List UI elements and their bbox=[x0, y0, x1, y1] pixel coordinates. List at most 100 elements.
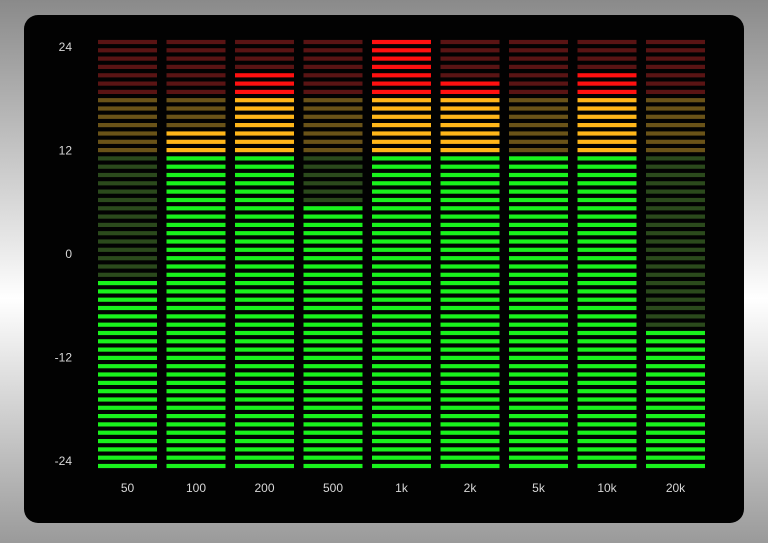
bar-segment-200-lit bbox=[235, 422, 294, 427]
bar-segment-50-unlit bbox=[98, 114, 157, 119]
bar-segment-500-unlit bbox=[303, 131, 363, 136]
bar-segment-100-lit bbox=[166, 430, 226, 435]
bar-segment-1k-lit bbox=[372, 339, 431, 344]
bar-segment-50-lit bbox=[98, 422, 157, 427]
bar-segment-2k-lit bbox=[440, 347, 500, 352]
bar-segment-200-lit bbox=[235, 305, 294, 311]
bar-segment-10k-lit bbox=[577, 281, 637, 286]
bar-segment-1k-lit bbox=[372, 455, 431, 460]
bar-segment-500-lit bbox=[303, 222, 363, 227]
y-tick-label: 12 bbox=[59, 144, 73, 158]
bar-segment-20k-unlit bbox=[646, 181, 705, 186]
bar-segment-10k-lit bbox=[577, 264, 637, 269]
bar-segment-5k-lit bbox=[509, 355, 568, 360]
bar-segment-2k-lit bbox=[440, 339, 500, 344]
bar-segment-50-unlit bbox=[98, 106, 157, 111]
bar-segment-5k-unlit bbox=[509, 73, 568, 78]
bar-segment-10k-lit bbox=[577, 123, 637, 128]
bar-segment-10k-lit bbox=[577, 222, 637, 227]
bar-segment-50-unlit bbox=[98, 139, 157, 144]
bar-segment-1k-lit bbox=[372, 64, 431, 69]
bar-segment-20k-lit bbox=[646, 380, 705, 385]
bar-segment-2k-lit bbox=[440, 447, 500, 452]
bar-segment-5k-lit bbox=[509, 439, 568, 444]
bar-segment-10k-lit bbox=[577, 81, 637, 86]
bar-segment-50-lit bbox=[98, 447, 157, 452]
bar-segment-200-lit bbox=[235, 355, 294, 360]
bar-segment-500-unlit bbox=[303, 123, 363, 128]
bar-segment-50-lit bbox=[98, 347, 157, 352]
bar-segment-20k-unlit bbox=[646, 231, 705, 236]
bar-segment-100-unlit bbox=[166, 89, 226, 94]
bar-segment-500-lit bbox=[303, 206, 363, 211]
bar-segment-200-lit bbox=[235, 123, 294, 128]
bar-segment-5k-lit bbox=[509, 231, 568, 236]
bar-segment-50-unlit bbox=[98, 247, 157, 252]
bar-segment-500-lit bbox=[303, 422, 363, 427]
bar-segment-10k-lit bbox=[577, 455, 637, 460]
bar-segment-2k-lit bbox=[440, 272, 500, 277]
bar-segment-1k-lit bbox=[372, 289, 431, 294]
bar-segment-20k-unlit bbox=[646, 305, 705, 311]
bar-segment-200-unlit bbox=[235, 64, 294, 69]
bar-segment-200-lit bbox=[235, 439, 294, 444]
bar-segment-10k-unlit bbox=[577, 39, 637, 45]
bar-segment-10k-lit bbox=[577, 355, 637, 360]
bar-segment-20k-unlit bbox=[646, 172, 705, 178]
bar-segment-20k-lit bbox=[646, 447, 705, 452]
bar-segment-20k-unlit bbox=[646, 189, 705, 194]
bar-segment-1k-lit bbox=[372, 397, 431, 402]
bar-segment-100-lit bbox=[166, 347, 226, 352]
bar-segment-500-unlit bbox=[303, 156, 363, 161]
bar-segment-1k-lit bbox=[372, 264, 431, 269]
bar-segment-5k-lit bbox=[509, 197, 568, 203]
bar-segment-2k-lit bbox=[440, 364, 500, 369]
bar-segment-10k-lit bbox=[577, 397, 637, 402]
bar-segment-200-lit bbox=[235, 89, 294, 94]
bar-segment-1k-lit bbox=[372, 48, 431, 53]
bar-segment-500-lit bbox=[303, 347, 363, 352]
bar-segment-1k-lit bbox=[372, 189, 431, 194]
bar-segment-2k-unlit bbox=[440, 64, 500, 69]
bar-segment-500-lit bbox=[303, 405, 363, 410]
bar-segment-2k-lit bbox=[440, 355, 500, 360]
bar-segment-500-lit bbox=[303, 397, 363, 402]
bar-segment-200-lit bbox=[235, 98, 294, 103]
bar-segment-500-lit bbox=[303, 447, 363, 452]
bar-segment-50-unlit bbox=[98, 123, 157, 128]
bar-segment-2k-lit bbox=[440, 98, 500, 103]
bar-segment-10k-lit bbox=[577, 98, 637, 103]
bar-segment-5k-unlit bbox=[509, 98, 568, 103]
bar-segment-100-unlit bbox=[166, 123, 226, 128]
bar-segment-500-unlit bbox=[303, 39, 363, 45]
bar-segment-5k-lit bbox=[509, 322, 568, 327]
bar-segment-5k-unlit bbox=[509, 39, 568, 45]
bar-segment-50-unlit bbox=[98, 64, 157, 69]
bar-segment-10k-lit bbox=[577, 231, 637, 236]
bar-segment-10k-lit bbox=[577, 89, 637, 94]
bar-segment-1k-lit bbox=[372, 305, 431, 311]
bar-segment-5k-lit bbox=[509, 297, 568, 302]
bar-segment-2k-unlit bbox=[440, 39, 500, 45]
bar-segment-5k-lit bbox=[509, 314, 568, 319]
bar-segment-50-lit bbox=[98, 372, 157, 377]
bar-segment-2k-lit bbox=[440, 397, 500, 402]
bar-segment-20k-unlit bbox=[646, 314, 705, 319]
bar-segment-20k-lit bbox=[646, 439, 705, 444]
bar-segment-10k-lit bbox=[577, 439, 637, 444]
bar-segment-100-lit bbox=[166, 389, 226, 394]
bar-segment-5k-lit bbox=[509, 347, 568, 352]
bar-segment-20k-unlit bbox=[646, 264, 705, 269]
bar-segment-200-lit bbox=[235, 281, 294, 286]
bar-segment-500-lit bbox=[303, 239, 363, 244]
bar-segment-20k-unlit bbox=[646, 39, 705, 45]
bar-segment-100-unlit bbox=[166, 64, 226, 69]
bar-segment-5k-lit bbox=[509, 289, 568, 294]
bar-segment-50-unlit bbox=[98, 264, 157, 269]
bar-segment-2k-lit bbox=[440, 256, 500, 261]
bar-segment-2k-lit bbox=[440, 239, 500, 244]
bar-segment-200-lit bbox=[235, 131, 294, 136]
bar-segment-100-lit bbox=[166, 422, 226, 427]
bar-segment-200-lit bbox=[235, 297, 294, 302]
bar-segment-1k-lit bbox=[372, 231, 431, 236]
